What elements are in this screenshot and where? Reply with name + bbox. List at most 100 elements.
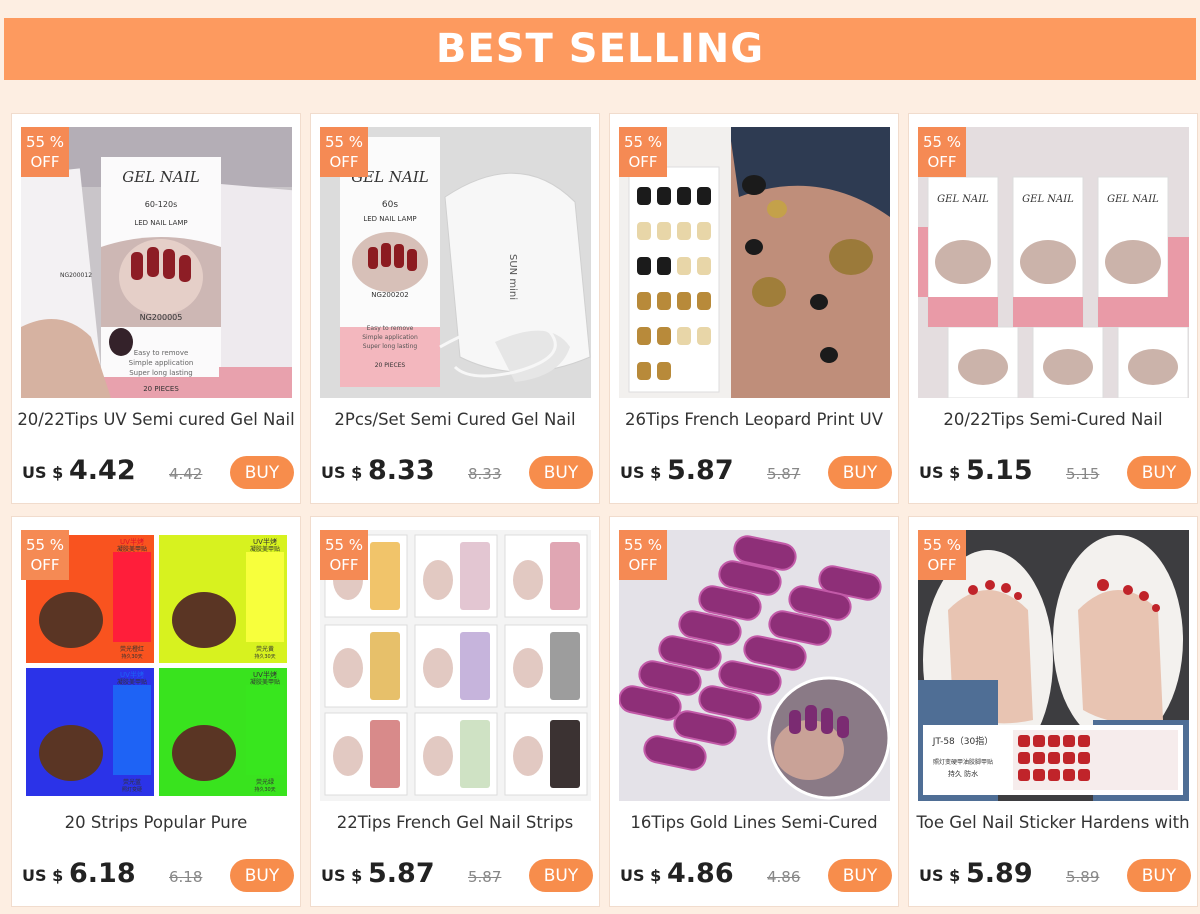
original-price: 5.89	[1066, 868, 1100, 886]
svg-text:凝胶美甲贴: 凝胶美甲贴	[250, 678, 280, 686]
original-price: 4.86	[767, 868, 801, 886]
svg-text:荧光橙红: 荧光橙红	[120, 645, 144, 653]
original-price: 5.87	[468, 868, 502, 886]
svg-text:NG200005: NG200005	[140, 313, 183, 322]
product-card[interactable]: 55 % OFF 22Tips French Gel Nail Strips U…	[310, 516, 600, 907]
discount-badge: 55 % OFF	[918, 530, 966, 580]
product-card[interactable]: 55 % OFF 16Tips Gold Lines Semi-Cured US…	[609, 516, 899, 907]
price-row: US $ 8.33 8.33 BUY	[321, 454, 593, 490]
best-selling-banner: BEST SELLING	[4, 18, 1196, 80]
svg-text:持久30天: 持久30天	[254, 786, 275, 793]
buy-button[interactable]: BUY	[529, 456, 593, 489]
product-card[interactable]: GEL NAIL 60s LED NAIL LAMP NG200202 Easy…	[310, 113, 600, 504]
buy-button[interactable]: BUY	[828, 456, 892, 489]
price-row: US $ 6.18 6.18 BUY	[22, 857, 294, 893]
svg-text:持久 防水: 持久 防水	[948, 769, 978, 778]
buy-button[interactable]: BUY	[230, 859, 294, 892]
currency-label: US $	[919, 463, 961, 482]
currency-label: US $	[919, 866, 961, 885]
svg-text:UV半烤: UV半烤	[120, 670, 144, 679]
svg-text:持久30天: 持久30天	[254, 653, 275, 660]
original-price: 5.15	[1066, 465, 1100, 483]
price-row: US $ 5.89 5.89 BUY	[919, 857, 1191, 893]
svg-text:SUN mini: SUN mini	[507, 254, 518, 300]
banner-title: BEST SELLING	[435, 26, 765, 72]
svg-text:20 PIECES: 20 PIECES	[143, 385, 179, 393]
original-price: 6.18	[169, 868, 203, 886]
discount-badge: 55 % OFF	[320, 530, 368, 580]
discount-badge: 55 % OFF	[320, 127, 368, 177]
product-title[interactable]: 2Pcs/Set Semi Cured Gel Nail	[315, 410, 595, 429]
product-title[interactable]: 20 Strips Popular Pure	[16, 813, 296, 832]
product-photo[interactable]: 55 % OFF	[619, 530, 890, 801]
price-row: US $ 5.87 5.87 BUY	[620, 454, 892, 490]
product-photo[interactable]: GEL NAIL 60-120s LED NAIL LAMP NG200005 …	[21, 127, 292, 398]
sale-price: 5.87	[667, 455, 734, 486]
svg-text:荧光黄: 荧光黄	[256, 645, 274, 653]
svg-text:UV半烤: UV半烤	[253, 670, 277, 679]
svg-text:NG200202: NG200202	[371, 291, 408, 299]
svg-text:60-120s: 60-120s	[145, 200, 178, 209]
buy-button[interactable]: BUY	[529, 859, 593, 892]
discount-badge: 55 % OFF	[619, 530, 667, 580]
product-photo[interactable]: JT-58（30指） 照灯变硬甲油胶脚甲贴 持久 防水 55 % OFF	[918, 530, 1189, 801]
svg-text:JT-58（30指）: JT-58（30指）	[932, 735, 993, 747]
svg-text:照灯变硬: 照灯变硬	[122, 786, 142, 793]
sale-price: 6.18	[69, 858, 136, 889]
product-grid: GEL NAIL 60-120s LED NAIL LAMP NG200005 …	[11, 113, 1198, 907]
buy-button[interactable]: BUY	[230, 456, 294, 489]
product-title[interactable]: 22Tips French Gel Nail Strips	[315, 813, 595, 832]
buy-button[interactable]: BUY	[1127, 456, 1191, 489]
price-row: US $ 5.15 5.15 BUY	[919, 454, 1191, 490]
product-title[interactable]: 20/22Tips UV Semi cured Gel Nail	[16, 410, 296, 429]
currency-label: US $	[321, 463, 363, 482]
svg-text:Simple application: Simple application	[129, 359, 194, 367]
original-price: 5.87	[767, 465, 801, 483]
product-card[interactable]: 55 % OFF 26Tips French Leopard Print UV …	[609, 113, 899, 504]
svg-text:Easy to remove: Easy to remove	[367, 325, 414, 332]
currency-label: US $	[22, 866, 64, 885]
buy-button[interactable]: BUY	[828, 859, 892, 892]
product-photo[interactable]: UV半烤 凝胶美甲贴 UV半烤 凝胶美甲贴 UV半烤 凝胶美甲贴 UV半烤 凝胶…	[21, 530, 292, 801]
currency-label: US $	[22, 463, 64, 482]
svg-text:荧光绿: 荧光绿	[256, 778, 274, 786]
product-card[interactable]: GEL NAIL 60-120s LED NAIL LAMP NG200005 …	[11, 113, 301, 504]
product-title[interactable]: 16Tips Gold Lines Semi-Cured	[614, 813, 894, 832]
sale-price: 5.89	[966, 858, 1033, 889]
svg-text:GEL NAIL: GEL NAIL	[1107, 194, 1159, 205]
svg-text:60s: 60s	[382, 200, 398, 210]
product-title[interactable]: Toe Gel Nail Sticker Hardens with	[913, 813, 1193, 832]
product-photo[interactable]: GEL NAIL 60s LED NAIL LAMP NG200202 Easy…	[320, 127, 591, 398]
product-card[interactable]: GEL NAIL GEL NAIL GEL NAIL 55 % OFF 20/2…	[908, 113, 1198, 504]
currency-label: US $	[321, 866, 363, 885]
svg-text:Super long lasting: Super long lasting	[129, 369, 193, 377]
svg-text:照灯变硬甲油胶脚甲贴: 照灯变硬甲油胶脚甲贴	[933, 758, 993, 766]
svg-text:Easy to remove: Easy to remove	[134, 349, 189, 357]
sale-price: 5.15	[966, 455, 1033, 486]
svg-text:GEL NAIL: GEL NAIL	[937, 194, 989, 205]
sale-price: 8.33	[368, 455, 435, 486]
product-card[interactable]: JT-58（30指） 照灯变硬甲油胶脚甲贴 持久 防水 55 % OFF Toe…	[908, 516, 1198, 907]
product-card[interactable]: UV半烤 凝胶美甲贴 UV半烤 凝胶美甲贴 UV半烤 凝胶美甲贴 UV半烤 凝胶…	[11, 516, 301, 907]
currency-label: US $	[620, 866, 662, 885]
svg-text:凝胶美甲贴: 凝胶美甲贴	[250, 545, 280, 553]
buy-button[interactable]: BUY	[1127, 859, 1191, 892]
price-row: US $ 4.86 4.86 BUY	[620, 857, 892, 893]
svg-text:持久30天: 持久30天	[121, 653, 142, 660]
product-photo[interactable]: GEL NAIL GEL NAIL GEL NAIL 55 % OFF	[918, 127, 1189, 398]
product-photo[interactable]: 55 % OFF	[320, 530, 591, 801]
discount-badge: 55 % OFF	[21, 127, 69, 177]
svg-text:GEL NAIL: GEL NAIL	[122, 168, 200, 186]
svg-text:UV半烤: UV半烤	[120, 537, 144, 546]
svg-text:凝胶美甲贴: 凝胶美甲贴	[117, 678, 147, 686]
svg-text:Super long lasting: Super long lasting	[363, 343, 418, 350]
discount-badge: 55 % OFF	[619, 127, 667, 177]
svg-text:NG200012: NG200012	[60, 272, 92, 279]
product-title[interactable]: 26Tips French Leopard Print UV	[614, 410, 894, 429]
currency-label: US $	[620, 463, 662, 482]
product-title[interactable]: 20/22Tips Semi-Cured Nail	[913, 410, 1193, 429]
product-photo[interactable]: 55 % OFF	[619, 127, 890, 398]
sale-price: 4.42	[69, 455, 136, 486]
svg-text:20 PIECES: 20 PIECES	[375, 362, 406, 369]
svg-text:凝胶美甲贴: 凝胶美甲贴	[117, 545, 147, 553]
